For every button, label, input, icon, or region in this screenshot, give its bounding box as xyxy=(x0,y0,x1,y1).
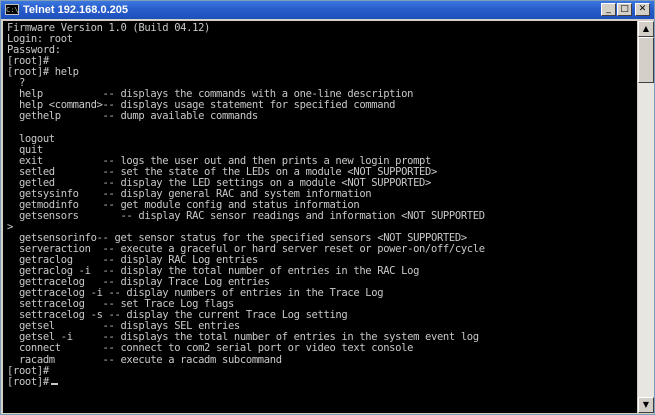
scroll-down-button[interactable]: ▼ xyxy=(638,397,654,413)
console-line: getsysinfo -- display general RAC and sy… xyxy=(7,187,372,200)
console-line: connect -- connect to com2 serial port o… xyxy=(7,342,414,355)
close-button[interactable]: ✕ xyxy=(635,3,650,16)
console-line: [root]# xyxy=(7,376,58,388)
console-line: getled -- display the LED settings on a … xyxy=(7,176,431,189)
scroll-thumb[interactable] xyxy=(638,37,654,83)
console-line: exit -- logs the user out and then print… xyxy=(7,154,431,167)
console-line: racadm -- execute a racadm subcommand xyxy=(7,353,282,366)
window-controls: _ □ ✕ xyxy=(601,3,650,16)
vertical-scrollbar[interactable]: ▲ ▼ xyxy=(638,21,654,413)
telnet-window: C:\ Telnet 192.168.0.205 _ □ ✕ Firmware … xyxy=(0,0,655,415)
title-bar[interactable]: C:\ Telnet 192.168.0.205 _ □ ✕ xyxy=(1,1,654,19)
maximize-button[interactable]: □ xyxy=(617,3,632,16)
console-window-icon[interactable]: C:\ xyxy=(5,4,19,15)
window-title: Telnet 192.168.0.205 xyxy=(23,4,128,16)
console-line: setled -- set the state of the LEDs on a… xyxy=(7,165,437,178)
console-line: getmodinfo -- get module config and stat… xyxy=(7,198,360,211)
console-line: logout xyxy=(7,132,55,145)
console-output[interactable]: Firmware Version 1.0 (Build 04.12) Login:… xyxy=(3,21,637,413)
console-line: quit xyxy=(7,143,43,156)
console-line: getsensors -- display RAC sensor reading… xyxy=(7,209,485,222)
minimize-button[interactable]: _ xyxy=(601,3,616,16)
console-line: gethelp -- dump available commands xyxy=(7,110,258,123)
console-line: [root]# xyxy=(7,364,49,377)
scroll-up-button[interactable]: ▲ xyxy=(638,21,654,37)
text-cursor xyxy=(50,382,58,385)
